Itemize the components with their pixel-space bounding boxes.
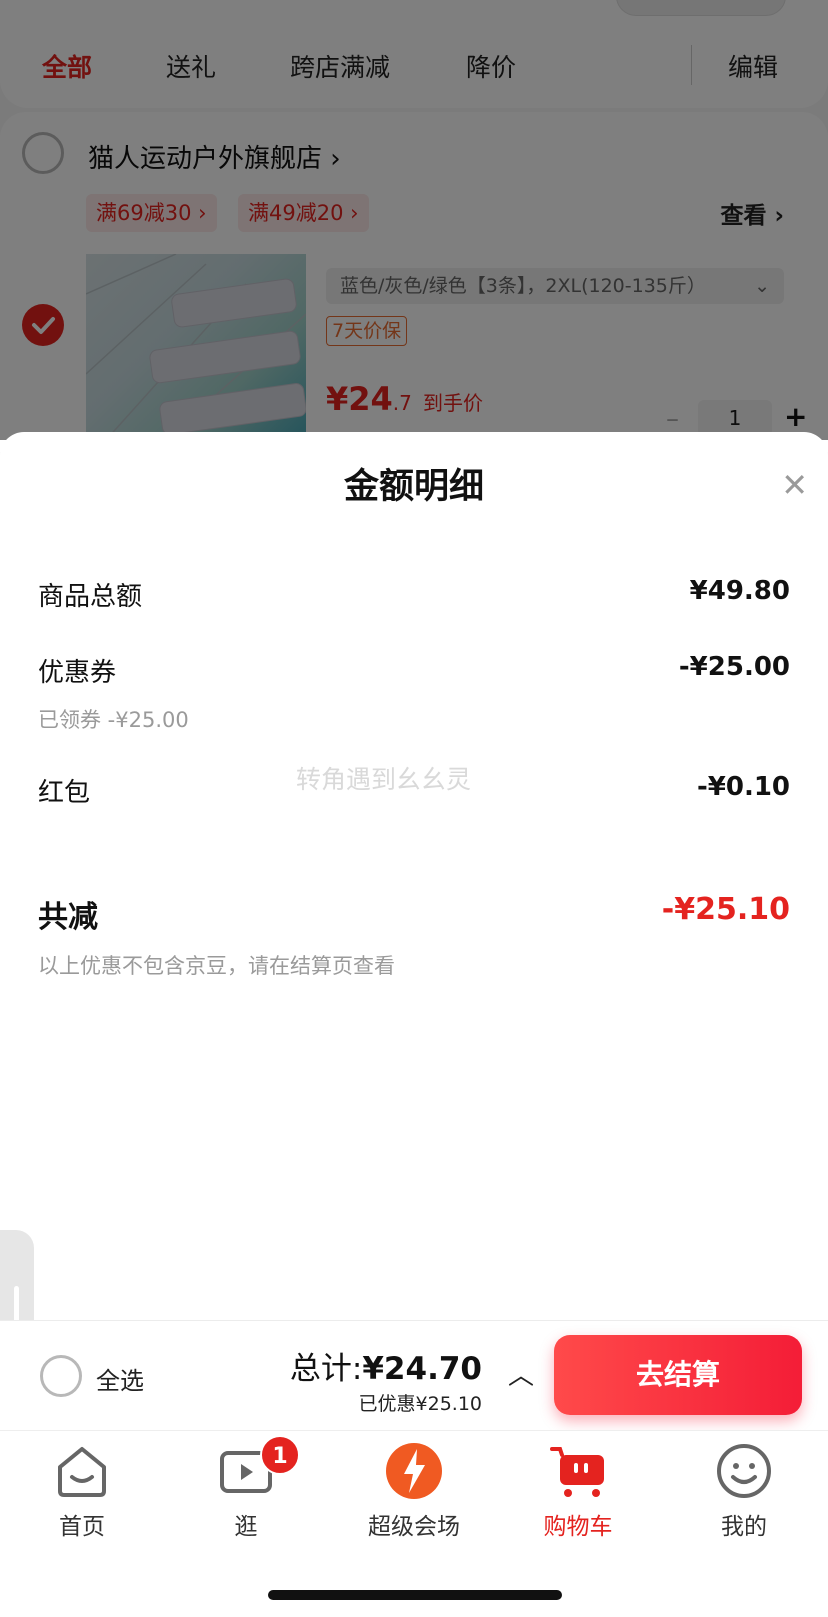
coupon-note: 已领券 -¥25.00 [38, 708, 189, 732]
bottom-nav: 首页 1 逛 超级会场 购物车 我的 [0, 1430, 828, 1617]
nav-item-home[interactable]: 首页 [22, 1441, 142, 1541]
nav-item-cart[interactable]: 购物车 [518, 1441, 638, 1541]
nav-label: 逛 [234, 1514, 258, 1540]
red-packet-label: 红包 [38, 778, 91, 808]
checkout-button[interactable]: 去结算 [554, 1335, 802, 1415]
nav-item-profile[interactable]: 我的 [684, 1441, 804, 1541]
total-prefix: 总计: [289, 1351, 363, 1387]
close-icon[interactable]: ✕ [781, 466, 808, 504]
coupon-value: -¥25.00 [678, 652, 790, 682]
super-venue-icon [384, 1441, 444, 1501]
goods-total-value: ¥49.80 [689, 576, 790, 606]
modal-overlay[interactable] [0, 0, 828, 440]
cart-icon [548, 1441, 608, 1501]
amount-details-sheet: 金额明细 ✕ 商品总额 ¥49.80 优惠券 -¥25.00 已领券 -¥25.… [0, 432, 828, 1432]
watermark-text: 转角遇到幺幺灵 [296, 765, 472, 794]
goods-total-label: 商品总额 [38, 582, 143, 612]
total-price: 总计:¥24.70 [290, 1343, 482, 1388]
nav-item-browse[interactable]: 1 逛 [186, 1435, 306, 1541]
total-value: ¥24.70 [362, 1351, 482, 1387]
nav-label: 超级会场 [368, 1514, 460, 1540]
nav-label: 首页 [59, 1514, 105, 1540]
coupon-label: 优惠券 [38, 658, 117, 688]
select-all-checkbox[interactable] [40, 1355, 82, 1397]
video-icon: 1 [216, 1435, 300, 1501]
handle-grip [14, 1286, 19, 1324]
discount-disclaimer: 以上优惠不包含京豆，请在结算页查看 [38, 954, 395, 978]
nav-item-super-venue[interactable]: 超级会场 [354, 1441, 474, 1541]
sheet-title: 金额明细 [343, 467, 484, 507]
total-discount-value: -¥25.10 [661, 892, 790, 927]
home-indicator [268, 1590, 562, 1600]
nav-label: 购物车 [543, 1514, 613, 1540]
select-all-label[interactable]: 全选 [96, 1361, 144, 1396]
settlement-bar: 全选 总计:¥24.70 已优惠¥25.10 ︿ 去结算 [0, 1320, 828, 1430]
nav-label: 我的 [721, 1514, 767, 1540]
chevron-up-icon[interactable]: ︿ [508, 1355, 534, 1392]
total-discount-label: 共减 [38, 900, 98, 935]
notification-badge: 1 [260, 1435, 300, 1475]
saved-amount: 已优惠¥25.10 [358, 1393, 482, 1415]
profile-icon [714, 1441, 774, 1501]
red-packet-value: -¥0.10 [696, 772, 790, 802]
home-icon [52, 1441, 112, 1501]
